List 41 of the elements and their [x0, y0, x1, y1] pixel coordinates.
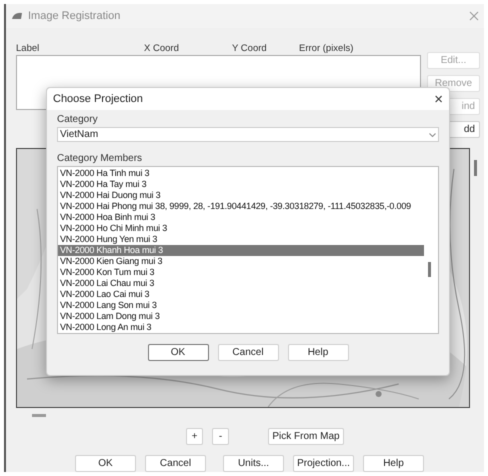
list-item[interactable]: VN-2000 Ha Tinh mui 3 [58, 168, 424, 179]
scrollbar-thumb[interactable] [428, 262, 431, 277]
zoom-button[interactable]: + [186, 428, 203, 445]
dialog-button[interactable]: Projection... [293, 455, 354, 472]
column-header: Y Coord [232, 42, 268, 56]
list-item[interactable]: VN-2000 Lao Cai mui 3 [58, 289, 424, 300]
dialog-button[interactable]: Cancel [145, 455, 206, 472]
list-item[interactable]: VN-2000 Hoa Binh mui 3 [58, 212, 424, 223]
list-item[interactable]: VN-2000 Lam Dong mui 3 [58, 311, 424, 322]
column-header: Label [16, 42, 40, 56]
list-item[interactable]: VN-2000 Ha Tay mui 3 [58, 179, 424, 190]
zoom-button[interactable]: - [212, 428, 229, 445]
dialog-button[interactable]: OK [75, 455, 136, 472]
dialog-button[interactable]: OK [148, 344, 208, 361]
column-header: Error (pixels) [299, 42, 354, 56]
splitter-handle[interactable] [32, 414, 46, 417]
dialog-button[interactable]: Cancel [218, 344, 278, 361]
list-item[interactable]: VN-2000 Ho Chi Minh mui 3 [58, 223, 424, 234]
app-logo-icon [11, 11, 23, 22]
list-item[interactable]: VN-2000 Lang Son mui 3 [58, 300, 424, 311]
category-label: Category [57, 114, 99, 126]
list-item[interactable]: VN-2000 Khanh Hoa mui 3 [58, 245, 424, 256]
list-item[interactable]: VN-2000 Hung Yen mui 3 [58, 234, 424, 245]
list-item[interactable]: VN-2000 Long An mui 3 [58, 322, 424, 333]
list-item[interactable]: VN-2000 Lai Chau mui 3 [58, 278, 424, 289]
dialog-button[interactable]: Help [363, 455, 424, 472]
window-title: Image Registration [28, 8, 120, 24]
chevron-down-icon [429, 132, 436, 136]
list-item[interactable]: VN-2000 Hai Duong mui 3 [58, 190, 424, 201]
scrollbar-thumb[interactable] [474, 160, 477, 176]
category-dropdown[interactable]: VietNam [57, 127, 439, 142]
list-item[interactable]: VN-2000 Hai Phong mui 38, 9999, 28, -191.90441429, -39.30318279, -111.45032835,-0.009 [58, 201, 424, 212]
list-item[interactable]: VN-2000 Kon Tum mui 3 [58, 267, 424, 278]
column-header: X Coord [144, 42, 180, 56]
dialog-title: Choose Projection [53, 92, 143, 107]
dialog-button[interactable]: Help [288, 344, 348, 361]
close-icon[interactable] [469, 11, 479, 22]
members-label: Category Members [57, 153, 144, 165]
dialog-button[interactable]: Units... [223, 455, 284, 472]
pick-from-map-button[interactable]: Pick From Map [268, 428, 344, 445]
list-item[interactable]: VN-2000 Kien Giang mui 3 [58, 256, 424, 267]
